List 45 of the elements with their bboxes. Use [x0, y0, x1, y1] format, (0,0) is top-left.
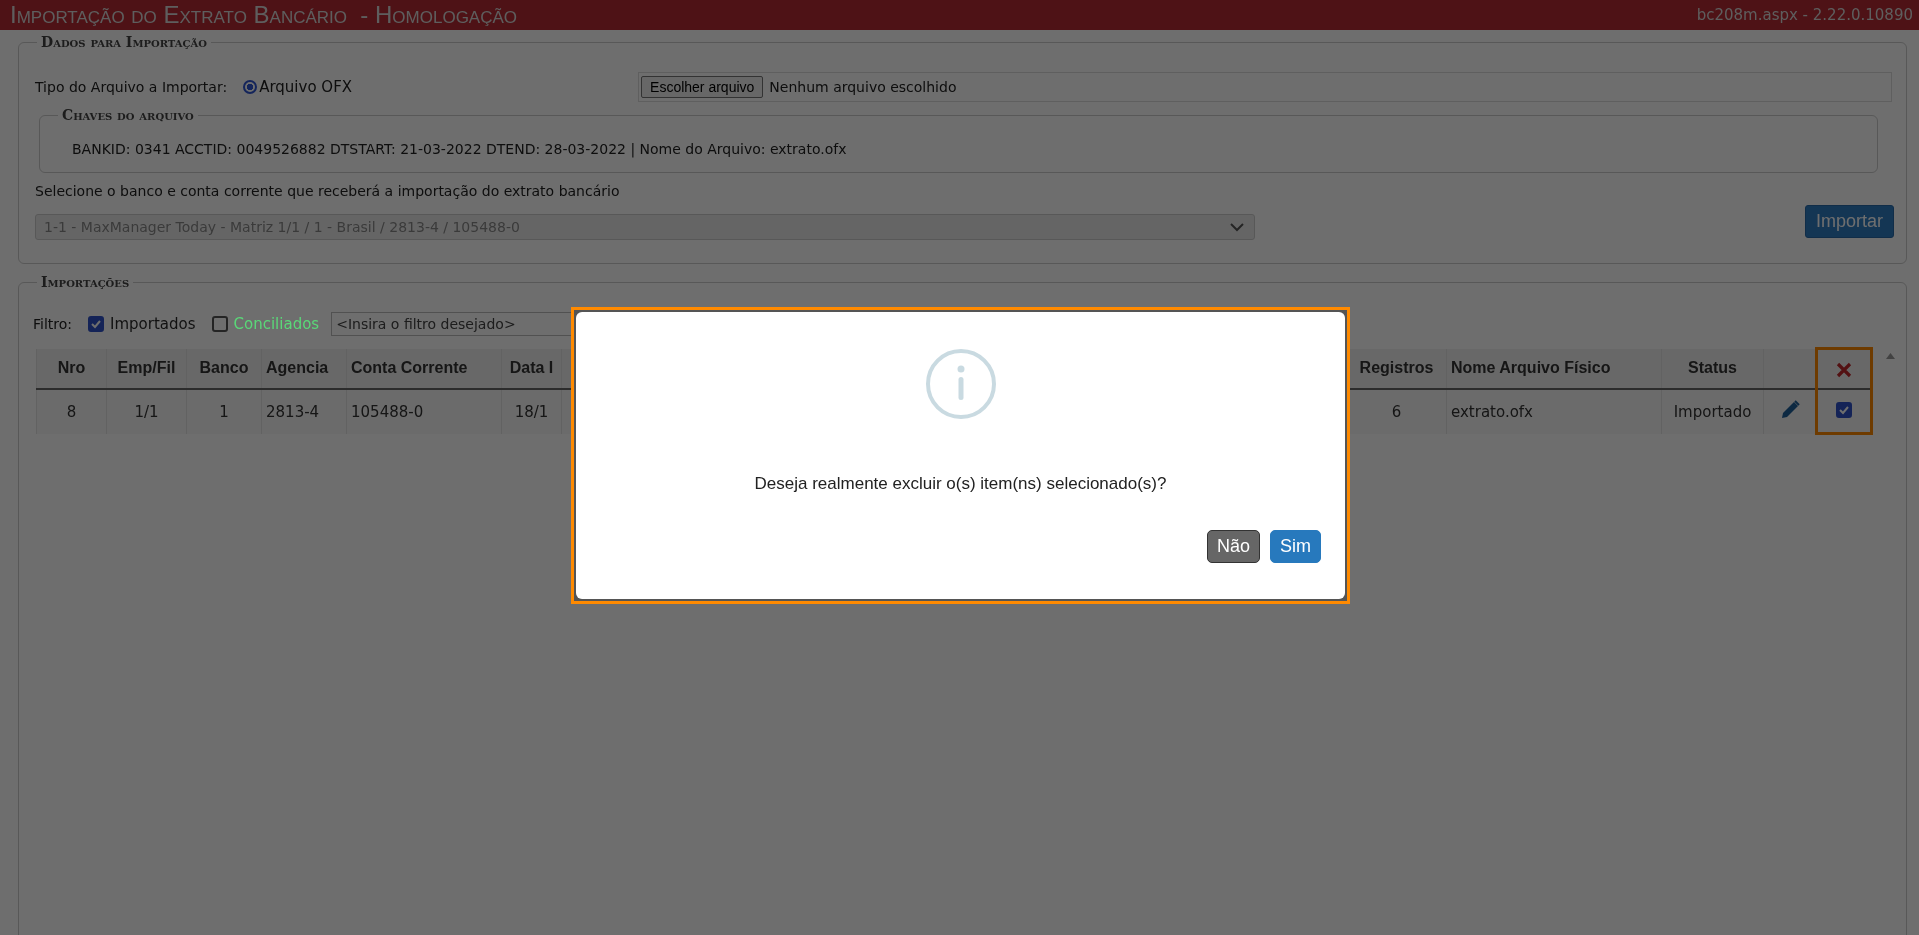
column-header: Status	[1688, 359, 1737, 377]
account-label: Selecione o banco e conta corrente que receberá a importação do extrato bancário	[35, 183, 621, 199]
filter-checkbox[interactable]	[211, 316, 228, 332]
row-checkbox[interactable]	[1836, 402, 1852, 418]
column-header: Conta Corrente	[351, 359, 468, 377]
file-input[interactable]: Escolher arquivo Nenhum arquivo escolhido	[638, 72, 1892, 102]
info-icon	[924, 348, 997, 420]
delete-icon[interactable]	[1836, 361, 1852, 378]
column-header: Agencia	[266, 359, 329, 377]
page-title: Importação do Extrato Bancário - Homologação	[10, 1, 518, 29]
version-label: bc208m.aspx - 2.22.0.10890	[1696, 6, 1913, 24]
column-header: Banco	[199, 359, 249, 377]
panel-legend: Dados para Importação	[37, 34, 211, 50]
dialog-button[interactable]: Não	[1206, 530, 1260, 563]
column-header: Registros	[1359, 359, 1434, 377]
dialog-button[interactable]: Sim	[1270, 530, 1321, 563]
file-keys-text: BANKID: 0341 ACCTID: 0049526882 DTSTART: 21-03-2022 DTEND: 28-03-2022 | Nome do Arquivo: extrato.ofx	[72, 140, 847, 157]
table-cell: 1	[219, 402, 229, 421]
column-header: Emp/Fil	[117, 359, 176, 377]
filter-label: Filtro:	[33, 316, 73, 332]
table-cell: 18/1	[514, 402, 549, 421]
file-type-label: Tipo do Arquivo a Importar:	[35, 79, 228, 95]
panel-legend: Chaves do arquivo	[58, 107, 198, 123]
table-cell: Importado	[1673, 402, 1752, 421]
table-cell: extrato.ofx	[1451, 402, 1533, 421]
table-cell: 6	[1391, 402, 1402, 421]
table-cell: 8	[66, 402, 77, 421]
choose-file-button[interactable]: Escolher arquivo	[641, 76, 764, 98]
table-cell: 2813-4	[266, 402, 320, 421]
import-button[interactable]: Importar	[1804, 205, 1894, 238]
scroll-up-icon[interactable]	[1886, 353, 1895, 359]
radio-button[interactable]	[243, 80, 258, 94]
column-header: Nro	[57, 359, 86, 377]
filter-checkbox[interactable]	[88, 316, 105, 332]
table-cell: 1/1	[134, 402, 159, 421]
filter-option-label[interactable]: Conciliados	[233, 315, 320, 333]
radio-label[interactable]: Arquivo OFX	[259, 78, 353, 96]
column-header: Nome Arquivo Físico	[1451, 359, 1611, 377]
chevron-down-icon	[1230, 222, 1244, 232]
file-status: Nenhum arquivo escolhido	[769, 79, 957, 95]
filter-option-label[interactable]: Importados	[110, 315, 196, 333]
panel-legend: Importações	[37, 274, 134, 290]
table-cell: 105488-0	[351, 402, 424, 421]
dialog-message: Deseja realmente excluir o(s) item(ns) selecionado(s)?	[754, 474, 1167, 494]
column-header: Data I	[509, 359, 554, 377]
